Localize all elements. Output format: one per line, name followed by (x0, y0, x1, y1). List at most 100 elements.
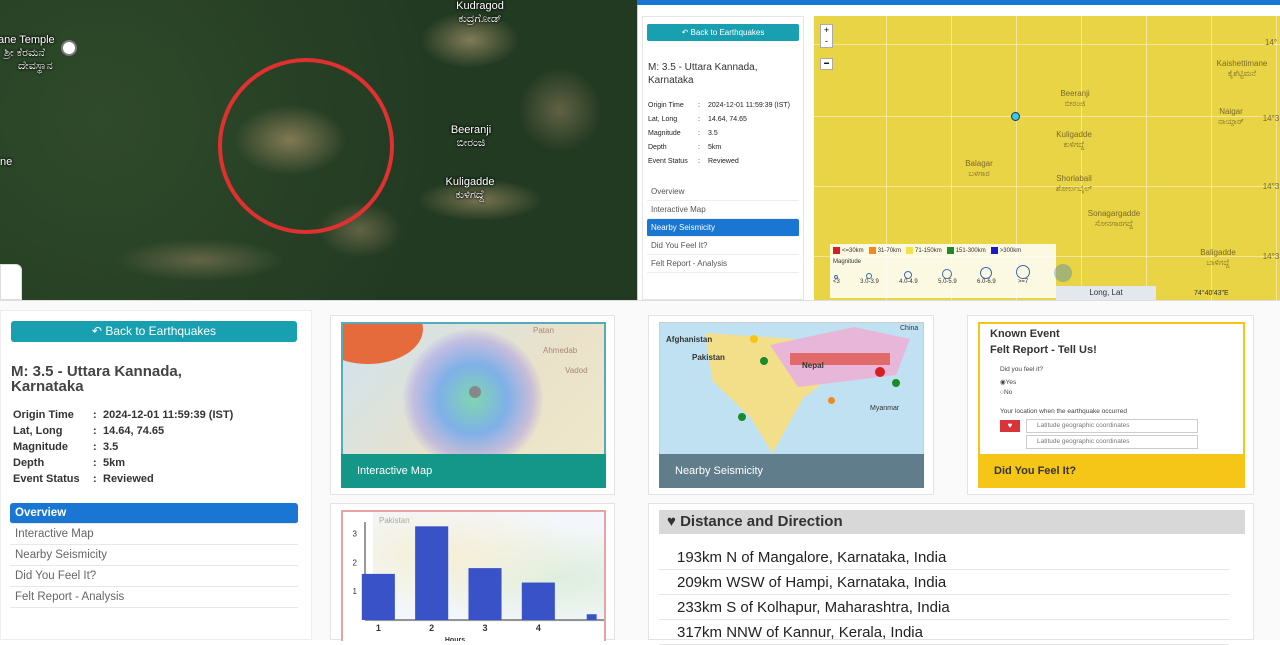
info-sep: : (698, 144, 700, 151)
place-name-kn: ಬೀರಂಜಿ (456, 137, 486, 149)
info-key: Lat, Long (648, 116, 678, 123)
x-tick-label: 4 (536, 623, 541, 633)
small-nav: Overview Interactive Map Nearby Seismicity… (647, 183, 799, 273)
latitude-input[interactable]: Latitude geographic coordinates (1026, 435, 1198, 449)
back-button-label: Back to Earthquakes (690, 28, 765, 37)
event-dot (875, 367, 885, 377)
place-name: Vadod (565, 366, 588, 375)
info-sep: : (93, 473, 97, 485)
event-dot (892, 379, 900, 387)
card-interactive-map[interactable]: Patan Ahmedab Vadod Interactive Map (330, 315, 615, 495)
x-tick-label: 3 (482, 623, 487, 633)
info-row: Magnitude: 3.5 (648, 127, 803, 141)
heart-icon[interactable]: ♥ (1000, 420, 1020, 432)
info-key: Event Status (13, 473, 80, 485)
nav-item-felt-report-analysis[interactable]: Felt Report - Analysis (10, 587, 298, 608)
card-felt-report[interactable]: Known Event Felt Report - Tell Us! Did y… (967, 315, 1254, 495)
nav-item-did-you-feel-it[interactable]: Did You Feel It? (10, 566, 298, 587)
legend-label: 151-300km (955, 247, 986, 254)
place-name: Patan (533, 326, 554, 335)
back-button-label: Back to Earthquakes (105, 324, 217, 338)
info-row: Lat, Long: 14.64, 74.65 (648, 113, 803, 127)
info-sep: : (93, 409, 97, 421)
radio-yes[interactable]: ◉Yes (1000, 378, 1016, 386)
legend-circle (942, 269, 953, 279)
histogram-bar (468, 568, 502, 620)
legend-magnitudes: <3 3.0-3.9 4.0-4.9 5.0-5.9 6.0-6.9 >=7 (830, 265, 1030, 285)
nav-item-interactive-map[interactable]: Interactive Map (647, 201, 799, 219)
card-label[interactable]: Interactive Map (341, 454, 606, 488)
info-row: Origin Time:2024-12-01 11:59:39 (IST) (13, 407, 303, 423)
info-sep: : (698, 102, 700, 109)
legend-swatch (990, 247, 998, 254)
lat-label: 14°3 (1262, 114, 1280, 123)
epicenter-marker (469, 386, 481, 398)
info-row: Event Status: Reviewed (13, 471, 303, 487)
place-name: Myanmar (870, 405, 900, 412)
legend-swatch (868, 247, 876, 254)
legend-item: 151-300km (946, 247, 986, 254)
event-dot (738, 413, 746, 421)
place-name: Beeranji (450, 124, 492, 136)
nav-item-overview[interactable]: Overview (647, 183, 799, 201)
radio-no[interactable]: ○No (1000, 389, 1012, 396)
coords-label: 74°40'43"E (1194, 290, 1229, 297)
town-label: Sonagargadde ಸೋನಗಾರಗದ್ದೆ (1087, 209, 1141, 228)
info-value: 2024-12-01 11:59:39 (IST) (708, 102, 790, 109)
card-histogram[interactable]: Pakistan 1 2 3 1 2 3 4 Hours (330, 503, 615, 641)
card-label[interactable]: Did You Feel It? (978, 454, 1245, 488)
place-label: Kudragod ಕುದ್ರಗೋಡ್ (440, 0, 520, 26)
nav-item-felt-report-analysis[interactable]: Felt Report - Analysis (647, 255, 799, 273)
place-name: ne (0, 156, 13, 168)
town-label: Balagar ಬಳಗಾರ (965, 159, 993, 178)
satellite-map[interactable]: Kudragod ಕುದ್ರಗೋಡ್ ane Temple ಶ್ರೀ ಕೆರಮನ… (0, 0, 637, 300)
y-tick-label: 3 (353, 530, 358, 539)
event-dot (750, 335, 758, 343)
card-nearby-seismicity[interactable]: Afghanistan Pakistan Nepal Myanmar China… (648, 315, 934, 495)
histogram-bar (415, 526, 449, 620)
epicenter-marker[interactable] (1011, 112, 1020, 121)
info-sep: : (93, 441, 97, 453)
legend-mag-item: 3.0-3.9 (860, 273, 879, 285)
event-dot (760, 357, 768, 365)
zoom-control: + - (820, 24, 833, 48)
felt-form: Known Event Felt Report - Tell Us! Did y… (978, 322, 1245, 462)
info-value: 14.64, 74.65 (103, 425, 165, 437)
nav-item-nearby-seismicity[interactable]: Nearby Seismicity (10, 545, 298, 566)
nav-item-interactive-map[interactable]: Interactive Map (10, 524, 298, 545)
legend-swatch (946, 247, 954, 254)
ruler-icon[interactable]: ━ (820, 58, 833, 70)
temple-icon[interactable] (61, 40, 77, 56)
legend-label: 6.0-6.9 (977, 279, 996, 285)
info-key: Origin Time (13, 409, 74, 421)
legend-mag-item: <3 (833, 275, 840, 285)
place-name-kn: ಕುಳಿಗದ್ದೆ (455, 189, 485, 201)
latitude-input[interactable]: Latitude geographic coordinates (1026, 419, 1198, 433)
histogram-bar (586, 614, 597, 620)
legend-label: <=30km (842, 247, 864, 254)
nav-item-nearby-seismicity[interactable]: Nearby Seismicity (647, 219, 799, 237)
legend-label: 71-150km (915, 247, 942, 254)
zoom-in-button[interactable]: + (821, 25, 832, 36)
nav-item-did-you-feel-it[interactable]: Did You Feel It? (647, 237, 799, 255)
map-control[interactable] (0, 264, 22, 300)
info-sep: : (93, 457, 97, 469)
back-button[interactable]: ↶ Back to Earthquakes (647, 24, 799, 41)
info-value: 2024-12-01 11:59:39 (IST) (103, 409, 234, 421)
info-key: Origin Time (648, 102, 684, 109)
event-title: M: 3.5 - Uttara Kannada, Karnataka (11, 363, 182, 395)
zoom-out-button[interactable]: - (821, 36, 832, 47)
map-thumbnail: Patan Ahmedab Vadod (341, 322, 606, 462)
legend-swatch (833, 247, 840, 254)
info-sep: : (698, 130, 700, 137)
nav-item-overview[interactable]: Overview (10, 503, 298, 524)
card-label[interactable]: Nearby Seismicity (659, 454, 924, 488)
yellow-map[interactable]: + - ━ Beeranji ಬೀರಂಜಿ Kuligadde ಕುಳಿಗದ್ದೆ … (814, 16, 1280, 300)
town-label: Shorlabail ಶೋರ್ಲಬೈಲ್ (1055, 174, 1093, 193)
info-key: Magnitude (648, 130, 681, 137)
info-value: 3.5 (103, 441, 119, 453)
histogram-frame: Pakistan 1 2 3 1 2 3 4 Hours (341, 510, 606, 641)
back-button[interactable]: ↶ Back to Earthquakes (11, 321, 297, 342)
info-value: 5km (708, 144, 722, 151)
event-dot (828, 397, 835, 404)
